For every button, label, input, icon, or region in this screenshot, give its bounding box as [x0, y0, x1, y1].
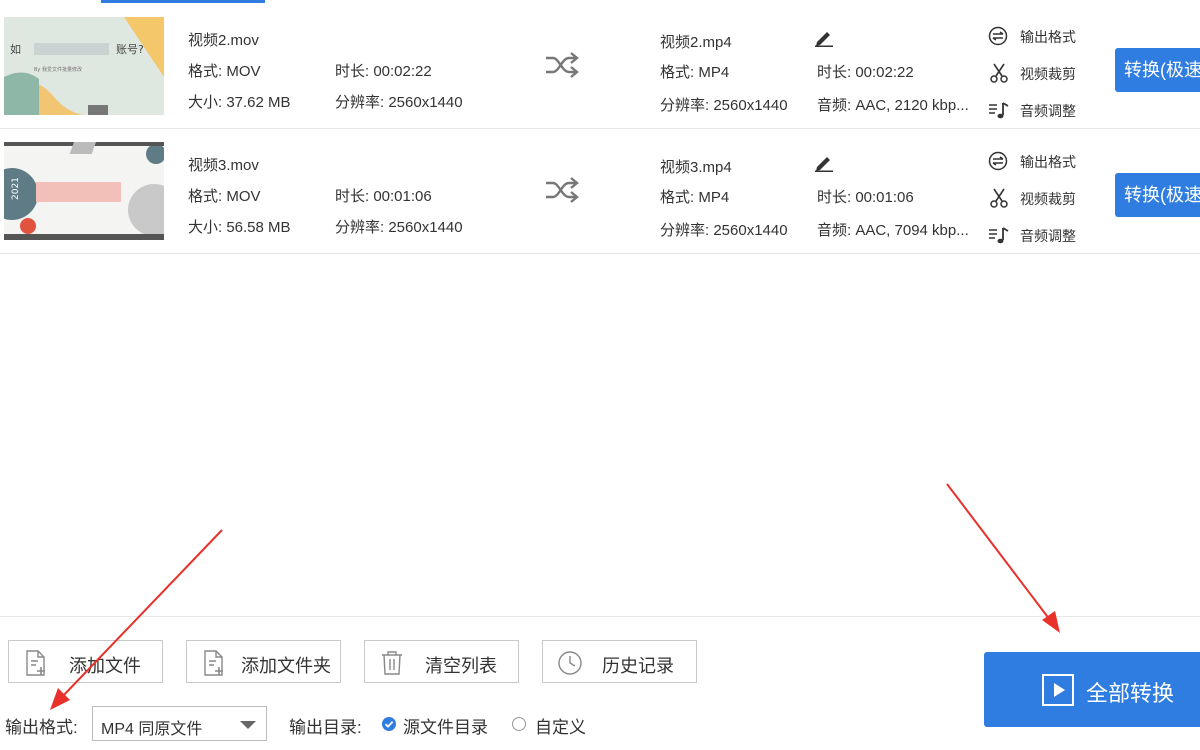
annotation-arrow-right [946, 483, 1051, 621]
annotation-arrow-left [61, 529, 223, 698]
annotation-arrows [50, 483, 1060, 710]
